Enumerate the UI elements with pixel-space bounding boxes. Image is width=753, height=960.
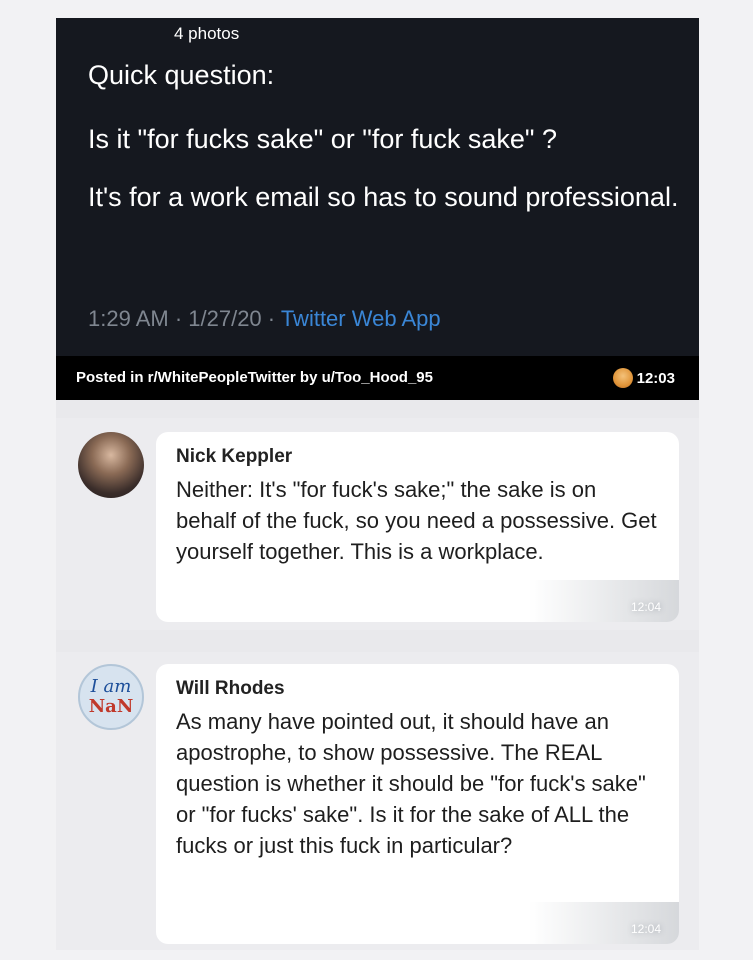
- message-bubble[interactable]: Nick Keppler Neither: It's "for fuck's s…: [156, 432, 679, 622]
- tweet-timestamp: 1:29 AM · 1/27/20 ·: [88, 306, 281, 331]
- message-text: As many have pointed out, it should have…: [176, 709, 646, 858]
- avatar[interactable]: I am NaN: [78, 664, 144, 730]
- message-row: I am NaN Will Rhodes As many have pointe…: [56, 652, 699, 950]
- posted-in-bar: Posted in r/WhitePeopleTwitter by u/Too_…: [56, 356, 699, 400]
- posted-time-group: 12:03: [612, 368, 675, 388]
- photos-count[interactable]: 4 photos: [174, 24, 239, 44]
- tweet-text-line-2: It's for a work email so has to sound pr…: [88, 182, 679, 212]
- sender-name[interactable]: Will Rhodes: [176, 678, 659, 700]
- tweet-question: Quick question:: [88, 60, 275, 90]
- divider: [56, 630, 699, 652]
- avatar[interactable]: [78, 432, 144, 498]
- message-bubble[interactable]: Will Rhodes As many have pointed out, it…: [156, 664, 679, 944]
- posted-in-text[interactable]: Posted in r/WhitePeopleTwitter by u/Too_…: [76, 369, 433, 386]
- tweet-screenshot: 4 photos Quick question: Is it "for fuck…: [56, 18, 699, 400]
- emoji-face-icon: [612, 368, 633, 388]
- divider: [56, 400, 699, 418]
- avatar-text-line-1: I am: [90, 676, 132, 697]
- sender-name[interactable]: Nick Keppler: [176, 446, 659, 468]
- message-text: Neither: It's "for fuck's sake;" the sak…: [176, 477, 657, 564]
- message-row: Nick Keppler Neither: It's "for fuck's s…: [56, 418, 699, 630]
- tweet-app-link[interactable]: Twitter Web App: [281, 306, 441, 331]
- posted-time: 12:03: [636, 369, 675, 387]
- tweet-text-line-1: Is it "for fucks sake" or "for fuck sake…: [88, 124, 557, 154]
- message-time: 12:04: [630, 922, 661, 936]
- avatar-text-line-2: NaN: [88, 696, 134, 717]
- message-time: 12:04: [630, 600, 661, 614]
- tweet-meta: 1:29 AM · 1/27/20 · Twitter Web App: [88, 306, 441, 332]
